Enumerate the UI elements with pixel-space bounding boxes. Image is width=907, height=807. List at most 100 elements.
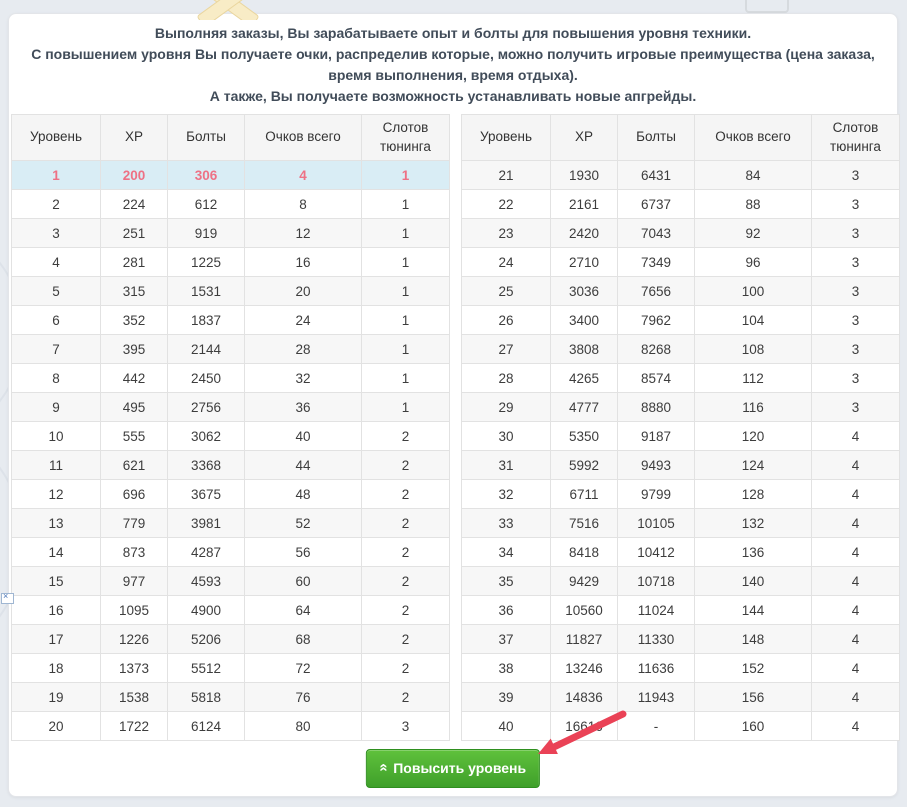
table-cell: 56 <box>245 538 362 567</box>
table-cell: 6124 <box>168 712 245 741</box>
table-cell: 2 <box>362 683 450 712</box>
table-cell: 3 <box>812 248 900 277</box>
table-cell: 10718 <box>618 567 695 596</box>
table-row: 116213368442 <box>12 451 450 480</box>
table-cell: 160 <box>695 712 812 741</box>
table-cell: 6737 <box>618 190 695 219</box>
table-cell: 60 <box>245 567 362 596</box>
table-cell: 495 <box>101 393 168 422</box>
table-cell: 977 <box>101 567 168 596</box>
table-cell: 148 <box>695 625 812 654</box>
table-cell: 4 <box>812 567 900 596</box>
table-cell: 1226 <box>101 625 168 654</box>
table-cell: 3 <box>812 161 900 190</box>
table-cell: 3036 <box>551 277 618 306</box>
table-cell: 132 <box>695 509 812 538</box>
table-cell: 104 <box>695 306 812 335</box>
table-cell: 20 <box>12 712 101 741</box>
table-cell: 80 <box>245 712 362 741</box>
table-cell: 10560 <box>551 596 618 625</box>
table-cell: 5512 <box>168 654 245 683</box>
table-cell: 315 <box>101 277 168 306</box>
table-cell: 4 <box>812 538 900 567</box>
table-row: 159774593602 <box>12 567 450 596</box>
intro-line: А также, Вы получаете возможность устана… <box>27 86 879 107</box>
table-cell: 92 <box>695 219 812 248</box>
table-body: 1200306412224612813251919121428112251615… <box>12 161 450 741</box>
table-cell: 3 <box>812 219 900 248</box>
table-cell: 3062 <box>168 422 245 451</box>
table-cell: 8 <box>12 364 101 393</box>
table-cell: 1225 <box>168 248 245 277</box>
table-cell: 11330 <box>618 625 695 654</box>
table-row: 348418104121364 <box>462 538 900 567</box>
table-cell: 4 <box>812 509 900 538</box>
table-cell: 3675 <box>168 480 245 509</box>
table-cell: 20 <box>245 277 362 306</box>
table-cell: 29 <box>462 393 551 422</box>
table-cell: 35 <box>462 567 551 596</box>
table-cell: 4 <box>812 422 900 451</box>
table-cell: 1 <box>362 335 450 364</box>
table-row: 63521837241 <box>12 306 450 335</box>
table-cell: 1 <box>362 364 450 393</box>
page-background: Выполняя заказы, Вы зарабатываете опыт и… <box>0 0 907 807</box>
table-cell: 1837 <box>168 306 245 335</box>
table-cell: 621 <box>101 451 168 480</box>
table-cell: 1 <box>362 219 450 248</box>
table-row: 126963675482 <box>12 480 450 509</box>
col-header-level: Уровень <box>462 115 551 161</box>
intro-line: С повышением уровня Вы получаете очки, р… <box>27 44 879 86</box>
table-cell: 31 <box>462 451 551 480</box>
table-row: 2017226124803 <box>12 712 450 741</box>
table-cell: 1 <box>362 248 450 277</box>
table-cell: 12 <box>245 219 362 248</box>
table-row: 2221616737883 <box>462 190 900 219</box>
table-cell: 1930 <box>551 161 618 190</box>
table-cell: 2 <box>362 654 450 683</box>
table-cell: 5350 <box>551 422 618 451</box>
table-cell: 2 <box>362 451 450 480</box>
table-cell: 3 <box>812 306 900 335</box>
table-cell: 7043 <box>618 219 695 248</box>
table-cell: 3808 <box>551 335 618 364</box>
table-cell: 4 <box>812 451 900 480</box>
table-cell: 3 <box>12 219 101 248</box>
table-cell: 2 <box>362 567 450 596</box>
table-cell: 2 <box>362 596 450 625</box>
table-row: 1915385818762 <box>12 683 450 712</box>
table-cell: 28 <box>245 335 362 364</box>
table-cell: 2756 <box>168 393 245 422</box>
table-cell: 2 <box>12 190 101 219</box>
table-cell: 2 <box>362 509 450 538</box>
table-row: 25303676561003 <box>462 277 900 306</box>
table-cell: 3 <box>812 393 900 422</box>
table-row: 94952756361 <box>12 393 450 422</box>
table-row: 3711827113301484 <box>462 625 900 654</box>
intro-text: Выполняя заказы, Вы зарабатываете опыт и… <box>27 23 879 107</box>
table-cell: 4900 <box>168 596 245 625</box>
col-header-tuning-slots: Слотов тюнинга <box>362 115 450 161</box>
table-cell: 555 <box>101 422 168 451</box>
table-cell: 4 <box>245 161 362 190</box>
table-cell: 124 <box>695 451 812 480</box>
content-card: Выполняя заказы, Вы зарабатываете опыт и… <box>8 13 898 797</box>
intro-line: Выполняя заказы, Вы зарабатываете опыт и… <box>27 23 879 44</box>
level-up-button[interactable]: «Повысить уровень <box>366 749 540 788</box>
table-header: Уровень XP Болты Очков всего Слотов тюни… <box>462 115 900 161</box>
table-cell: 2144 <box>168 335 245 364</box>
table-cell: 84 <box>695 161 812 190</box>
table-row: 53151531201 <box>12 277 450 306</box>
table-cell: 4 <box>812 712 900 741</box>
table-row: 26340079621043 <box>462 306 900 335</box>
col-header-level: Уровень <box>12 115 101 161</box>
table-header: Уровень XP Болты Очков всего Слотов тюни… <box>12 115 450 161</box>
table-cell: 200 <box>101 161 168 190</box>
levels-table-1-20: Уровень XP Болты Очков всего Слотов тюни… <box>11 114 450 741</box>
table-row: 42811225161 <box>12 248 450 277</box>
table-cell: 1531 <box>168 277 245 306</box>
col-header-bolts: Болты <box>168 115 245 161</box>
table-cell: 13246 <box>551 654 618 683</box>
table-cell: 40 <box>245 422 362 451</box>
table-row: 222461281 <box>12 190 450 219</box>
